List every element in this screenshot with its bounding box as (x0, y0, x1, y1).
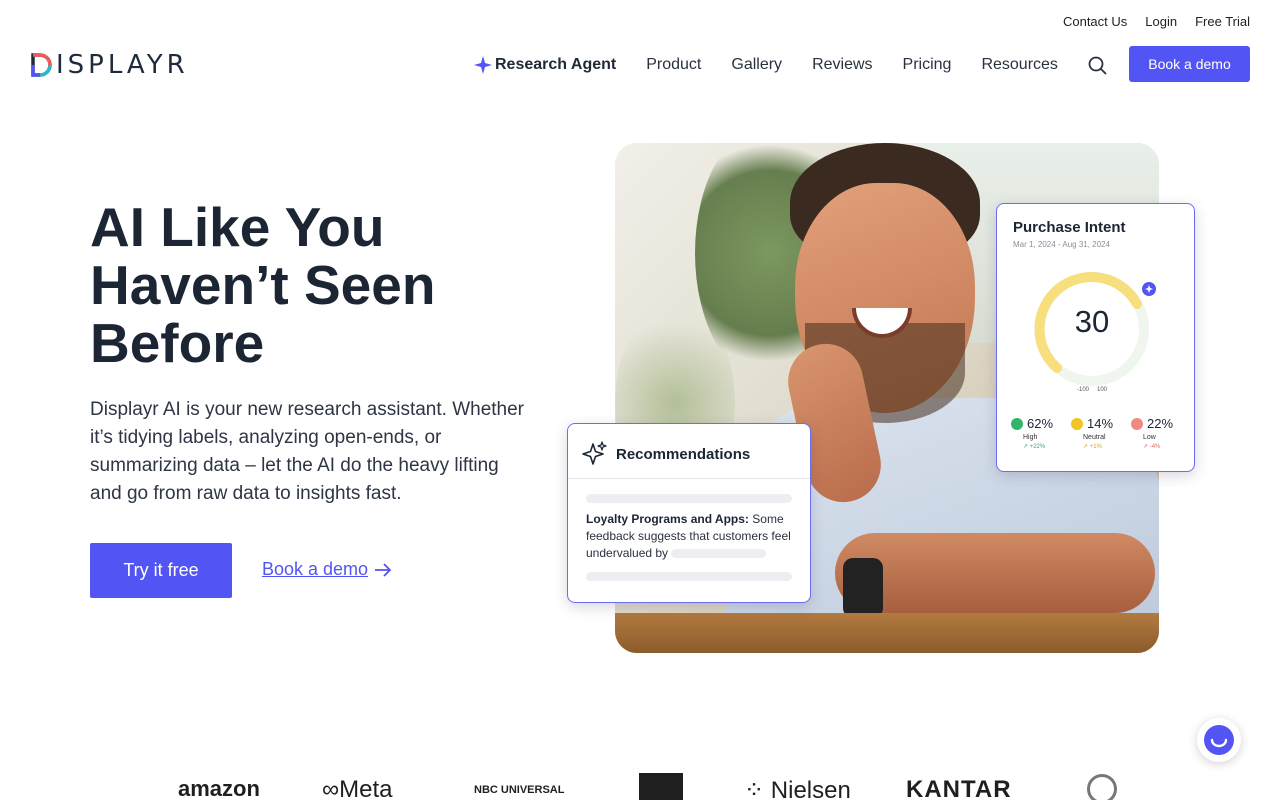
arrow-right-icon (375, 562, 392, 577)
stat-change: ↗ -4% (1143, 444, 1161, 450)
purchase-intent-date: Mar 1, 2024 - Aug 31, 2024 (1013, 240, 1110, 249)
book-demo-button[interactable]: Book a demo (1129, 46, 1250, 82)
logo-wordmark: ISPLAYR (56, 50, 189, 80)
hero-subtitle: Displayr AI is your new research assista… (90, 399, 525, 504)
purchase-intent-score: 30 (1074, 304, 1110, 339)
stat-label: Neutral (1083, 434, 1106, 441)
nielsen-logo-text: Nielsen (770, 777, 851, 800)
gauge-min-label: -100 (1077, 387, 1090, 393)
stat-label: Low (1143, 434, 1156, 441)
purchase-intent-title: Purchase Intent (1013, 219, 1126, 236)
recommendations-card: Recommendations Loyalty Programs and App… (567, 423, 811, 603)
nav-resources[interactable]: Resources (981, 56, 1057, 74)
skeleton-line (586, 572, 792, 581)
client-logos: amazon ∞Meta NBC UNIVERSAL ⁘ Nielsen KAN… (0, 770, 1280, 800)
book-demo-link[interactable]: Book a demo (262, 559, 392, 580)
stat-label: High (1023, 434, 1038, 441)
hero-title-line: Before (90, 312, 265, 374)
free-trial-link[interactable]: Free Trial (1195, 14, 1250, 29)
utility-nav: Contact Us Login Free Trial (1063, 14, 1250, 29)
skeleton-line (586, 494, 792, 503)
recommendations-title: Recommendations (616, 445, 751, 463)
try-it-free-button[interactable]: Try it free (90, 543, 232, 598)
nav-reviews[interactable]: Reviews (812, 56, 872, 74)
emblem-logo (639, 773, 683, 800)
nav-research-agent-label: Research Agent (495, 56, 617, 73)
intent-stats: 62% High ↗ +22% 14% Neutral ↗ +1% 22% Lo… (1011, 416, 1183, 450)
chat-icon (1204, 725, 1234, 755)
recommendations-header: Recommendations (568, 424, 810, 479)
stat-high: 62% High ↗ +22% (1011, 416, 1063, 450)
search-icon[interactable] (1088, 55, 1108, 75)
logo-mark-icon (31, 53, 52, 77)
login-link[interactable]: Login (1145, 14, 1177, 29)
sparkle-icon (474, 56, 492, 74)
sparkle-icon (582, 441, 607, 465)
skeleton-inline (671, 549, 767, 559)
recommendation-lead: Loyalty Programs and Apps: (586, 512, 749, 526)
hero-title-line: AI Like You (90, 196, 385, 258)
displayr-logo[interactable]: ISPLAYR (31, 50, 189, 80)
amazon-logo: amazon (178, 776, 260, 800)
kantar-logo: KANTAR (906, 776, 1012, 800)
stat-change: ↗ +1% (1083, 444, 1102, 450)
stat-pct: 14% (1087, 416, 1114, 431)
high-dot-icon (1011, 417, 1023, 430)
purchase-intent-card: Purchase Intent Mar 1, 2024 - Aug 31, 20… (996, 203, 1195, 472)
stat-change: ↗ +22% (1023, 444, 1046, 450)
stat-pct: 22% (1147, 416, 1174, 431)
nav-product[interactable]: Product (646, 56, 701, 74)
nielsen-logo: ⁘ Nielsen (744, 776, 851, 800)
neutral-dot-icon (1071, 417, 1083, 430)
low-dot-icon (1131, 417, 1143, 430)
gauge-max-label: 100 (1097, 387, 1108, 393)
stat-low: 22% Low ↗ -4% (1131, 416, 1183, 450)
meta-logo: ∞Meta (322, 776, 392, 800)
meta-logo-text: Meta (339, 776, 393, 800)
nav-research-agent[interactable]: Research Agent (474, 56, 616, 74)
recommendation-text: Loyalty Programs and Apps: Some feedback… (568, 511, 810, 562)
main-nav: Research Agent Product Gallery Reviews P… (474, 50, 1128, 80)
nbc-universal-logo: NBC UNIVERSAL (474, 784, 565, 796)
stat-neutral: 14% Neutral ↗ +1% (1071, 416, 1123, 450)
contact-us-link[interactable]: Contact Us (1063, 14, 1127, 29)
nav-pricing[interactable]: Pricing (903, 56, 952, 74)
circle-logo (1087, 774, 1117, 800)
stat-pct: 62% (1027, 416, 1054, 431)
chat-launcher[interactable] (1197, 718, 1241, 762)
hero-title: AI Like You Haven’t Seen Before (90, 198, 550, 372)
nav-gallery[interactable]: Gallery (731, 56, 782, 74)
book-demo-link-label: Book a demo (262, 559, 369, 579)
hero-title-line: Haven’t Seen (90, 254, 436, 316)
